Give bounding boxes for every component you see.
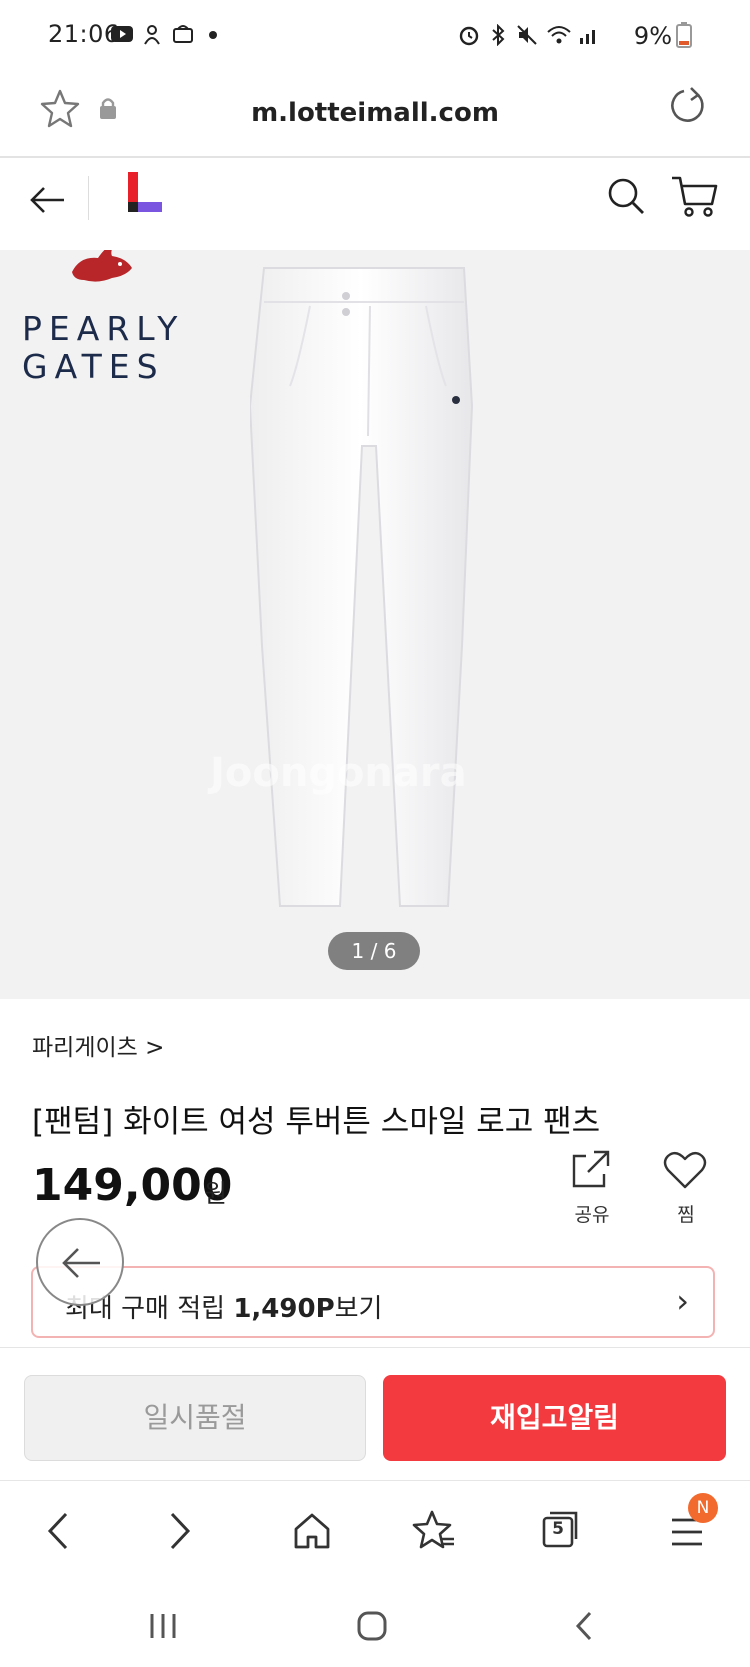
product-price: 149,000: [32, 1160, 233, 1211]
tab-count: 5: [552, 1519, 564, 1539]
lotte-logo[interactable]: [128, 172, 162, 212]
status-bar: 21:06 9%: [0, 0, 750, 72]
wifi-icon: [546, 24, 572, 46]
white-pants-photo: [250, 266, 500, 926]
youtube-icon: [110, 24, 134, 44]
price-unit: 원: [204, 1179, 228, 1208]
bluetooth-icon: [488, 24, 508, 46]
alarm-icon: [458, 24, 480, 46]
tabs-icon[interactable]: 5: [540, 1509, 580, 1549]
share-icon: [570, 1148, 622, 1190]
wishlist-button[interactable]: 찜: [656, 1150, 716, 1227]
battery-percent: 9%: [633, 22, 672, 50]
shop-icon: [172, 24, 194, 44]
app-icon: [142, 24, 162, 46]
back-arrow-icon[interactable]: [28, 184, 66, 216]
points-text: 최대 구매 적립 1,490P보기: [65, 1294, 383, 1324]
share-label: 공유: [574, 1204, 610, 1226]
browser-bottom-nav: 5 N: [0, 1480, 750, 1585]
browser-forward-icon[interactable]: [168, 1511, 192, 1551]
product-title: [팬텀] 화이트 여성 투버튼 스마일 로고 팬츠: [32, 1104, 601, 1140]
system-nav-bar: [0, 1584, 750, 1667]
brand-rabbit-logo: [66, 250, 136, 288]
heart-icon: [662, 1150, 716, 1190]
site-header: [0, 158, 750, 251]
bookmarks-icon[interactable]: [412, 1509, 456, 1551]
battery-icon: [676, 22, 692, 48]
browser-back-icon[interactable]: [46, 1511, 70, 1551]
signal-icon: [578, 24, 600, 46]
browser-url-bar: m.lotteimall.com: [0, 72, 750, 158]
soldout-button[interactable]: 일시품절: [24, 1375, 366, 1461]
chevron-right-icon: ›: [676, 1282, 689, 1320]
floating-back-button[interactable]: [36, 1218, 124, 1306]
brand-link[interactable]: 파리게이츠 >: [32, 1028, 164, 1062]
header-divider: [88, 176, 89, 220]
dot-icon: [208, 30, 218, 40]
status-time: 21:06: [48, 20, 120, 48]
recent-apps-icon[interactable]: [148, 1612, 178, 1640]
wishlist-label: 찜: [677, 1204, 695, 1226]
search-icon[interactable]: [606, 176, 646, 216]
system-back-icon[interactable]: [574, 1610, 594, 1642]
mute-icon: [516, 24, 538, 46]
purchase-bar: 일시품절 재입고알림: [0, 1347, 750, 1481]
menu-notification-badge: N: [688, 1493, 718, 1523]
share-button[interactable]: 공유: [562, 1148, 622, 1227]
brand-logo-text: PEARLY GATES: [22, 309, 185, 386]
url-text[interactable]: m.lotteimall.com: [0, 98, 750, 128]
reload-icon[interactable]: [668, 86, 708, 126]
points-banner[interactable]: 최대 구매 적립 1,490P보기 ›: [31, 1266, 715, 1338]
floating-back-arrow-icon: [60, 1246, 102, 1280]
home-button-icon[interactable]: [356, 1610, 388, 1642]
home-icon[interactable]: [292, 1511, 332, 1551]
product-image-carousel[interactable]: PEARLY GATES Joongonara 1 / 6: [0, 250, 750, 999]
image-counter: 1 / 6: [328, 932, 420, 970]
restock-alert-button[interactable]: 재입고알림: [383, 1375, 726, 1461]
cart-icon[interactable]: [670, 174, 718, 218]
watermark-text: Joongonara: [210, 750, 467, 796]
